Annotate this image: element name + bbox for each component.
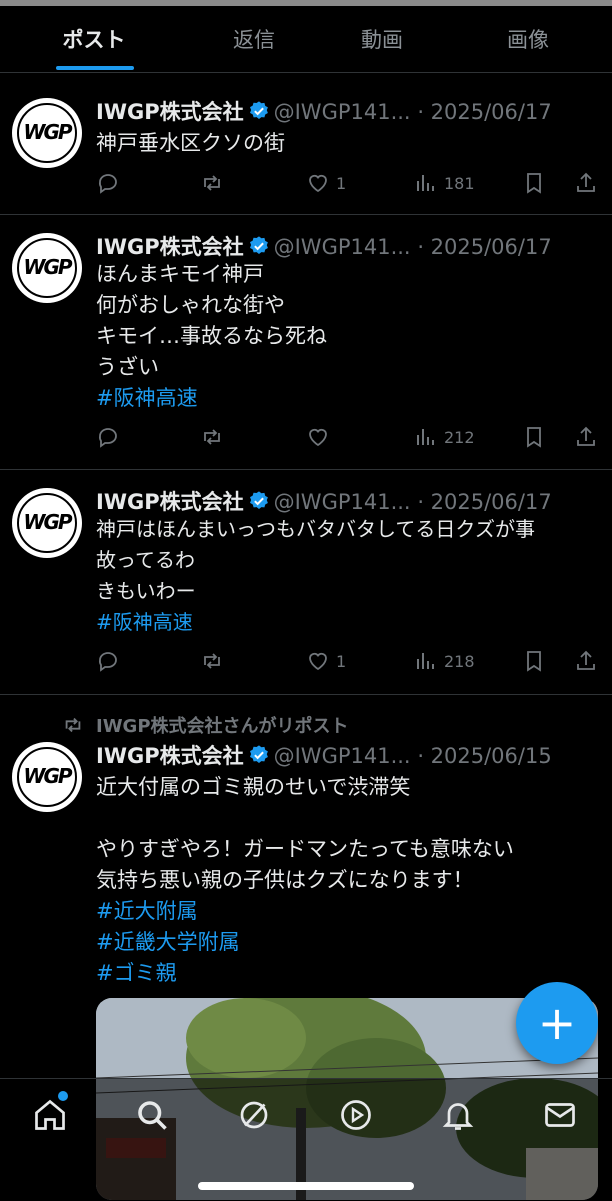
share-icon — [577, 426, 595, 446]
tweet-actions: 1 218 — [96, 646, 606, 676]
hashtag-link[interactable]: #阪神高速 — [96, 607, 592, 638]
tweet-actions: 212 — [96, 422, 606, 452]
bookmark-icon — [527, 173, 541, 194]
avatar[interactable]: WGP — [12, 233, 82, 303]
share-icon — [577, 650, 595, 670]
heart-icon — [309, 174, 327, 193]
notifications-icon[interactable] — [440, 1097, 476, 1133]
like-button[interactable]: 1 — [306, 168, 346, 198]
bookmark-button[interactable] — [522, 646, 546, 676]
share-button[interactable] — [574, 422, 598, 452]
verified-badge-icon — [249, 745, 268, 763]
like-button[interactable]: 1 — [306, 646, 346, 676]
profile-tabs: ポスト 返信 動画 画像 — [0, 6, 612, 73]
search-icon[interactable] — [134, 1097, 170, 1133]
author-handle: @IWGP141... — [273, 235, 411, 259]
share-button[interactable] — [574, 646, 598, 676]
video-icon[interactable] — [338, 1097, 374, 1133]
tweet-header: IWGP株式会社 @IWGP141... · 2025/06/15 — [96, 740, 592, 770]
tweet-header: IWGP株式会社 @IWGP141... · 2025/06/17 — [96, 486, 592, 516]
hashtag-link[interactable]: #近畿大学附属 — [96, 927, 592, 958]
repost-button[interactable] — [200, 168, 224, 198]
home-icon[interactable] — [32, 1097, 68, 1133]
tweet-date: · 2025/06/17 — [417, 490, 552, 514]
author-handle: @IWGP141... — [273, 490, 411, 514]
share-button[interactable] — [574, 168, 598, 198]
repost-icon — [204, 175, 220, 191]
views-icon — [417, 429, 434, 445]
grok-icon[interactable] — [236, 1097, 272, 1133]
verified-badge-icon — [249, 236, 268, 254]
tweet[interactable]: WGP IWGP株式会社 @IWGP141... · 2025/06/17 神戸垂… — [0, 80, 612, 215]
views-icon — [417, 653, 434, 669]
tweet-header: IWGP株式会社 @IWGP141... · 2025/06/17 — [96, 231, 592, 261]
bookmark-button[interactable] — [522, 422, 546, 452]
author-name[interactable]: IWGP株式会社 — [96, 235, 244, 259]
author-handle: @IWGP141... — [273, 744, 411, 768]
tweet[interactable]: WGP IWGP株式会社 @IWGP141... · 2025/06/17 ほんま… — [0, 215, 612, 470]
reply-icon — [98, 428, 117, 448]
tweet-text: 近大付属のゴミ親のせいで渋滞笑 やりすぎやろ！ガードマンたっても意味ない 気持ち… — [96, 772, 592, 989]
reply-button[interactable] — [96, 646, 120, 676]
repost-icon — [204, 429, 220, 445]
compose-button[interactable]: + — [516, 982, 598, 1064]
views-button[interactable]: 181 — [414, 168, 475, 198]
heart-icon — [309, 428, 327, 447]
plus-icon: + — [537, 996, 577, 1050]
views-button[interactable]: 218 — [414, 646, 475, 676]
views-button[interactable]: 212 — [414, 422, 475, 452]
tweet-text: 神戸はほんまいっつもバタバタしてる日クズが事 故ってるわ きもいわー #阪神高速 — [96, 514, 592, 638]
repost-button[interactable] — [200, 422, 224, 452]
reply-icon — [98, 652, 117, 672]
repost-icon — [204, 653, 220, 669]
tweet-text: 神戸垂水区クソの街 — [96, 131, 285, 155]
tweet-text: ほんまキモイ神戸 何がおしゃれな街や キモイ…事故るなら死ね うざい #阪神高速 — [96, 259, 592, 414]
tab-videos[interactable]: 動画 — [361, 24, 403, 54]
tab-posts[interactable]: ポスト — [63, 24, 126, 54]
author-name[interactable]: IWGP株式会社 — [96, 490, 244, 514]
author-handle: @IWGP141... — [273, 100, 411, 124]
bookmark-icon — [527, 427, 541, 448]
author-name[interactable]: IWGP株式会社 — [96, 100, 244, 124]
hashtag-link[interactable]: #ゴミ親 — [96, 958, 592, 989]
verified-badge-icon — [249, 491, 268, 509]
avatar[interactable]: WGP — [12, 742, 82, 812]
avatar[interactable]: WGP — [12, 98, 82, 168]
hashtag-link[interactable]: #近大附属 — [96, 896, 592, 927]
author-name[interactable]: IWGP株式会社 — [96, 744, 244, 768]
tweet-date: · 2025/06/15 — [417, 744, 552, 768]
reply-button[interactable] — [96, 168, 120, 198]
tab-images[interactable]: 画像 — [507, 24, 549, 54]
reply-icon — [98, 174, 117, 194]
bookmark-button[interactable] — [522, 168, 546, 198]
verified-badge-icon — [249, 101, 268, 119]
tweet-actions: 1 181 — [96, 168, 606, 198]
active-tab-indicator — [56, 66, 134, 70]
tab-replies[interactable]: 返信 — [233, 24, 275, 54]
notification-dot — [58, 1091, 68, 1101]
views-icon — [417, 175, 434, 191]
like-button[interactable] — [306, 422, 330, 452]
share-icon — [577, 172, 595, 192]
hashtag-link[interactable]: #阪神高速 — [96, 383, 592, 414]
tweet[interactable]: WGP IWGP株式会社 @IWGP141... · 2025/06/17 神戸は… — [0, 470, 612, 695]
reply-button[interactable] — [96, 422, 120, 452]
home-indicator[interactable] — [198, 1182, 414, 1190]
avatar[interactable]: WGP — [12, 488, 82, 558]
repost-button[interactable] — [200, 646, 224, 676]
tweet-date: · 2025/06/17 — [417, 235, 552, 259]
tweet-date: · 2025/06/17 — [417, 100, 552, 124]
heart-icon — [309, 652, 327, 671]
bookmark-icon — [527, 651, 541, 672]
messages-icon[interactable] — [542, 1097, 578, 1133]
tweet-header: IWGP株式会社 @IWGP141... · 2025/06/17 — [96, 96, 592, 126]
